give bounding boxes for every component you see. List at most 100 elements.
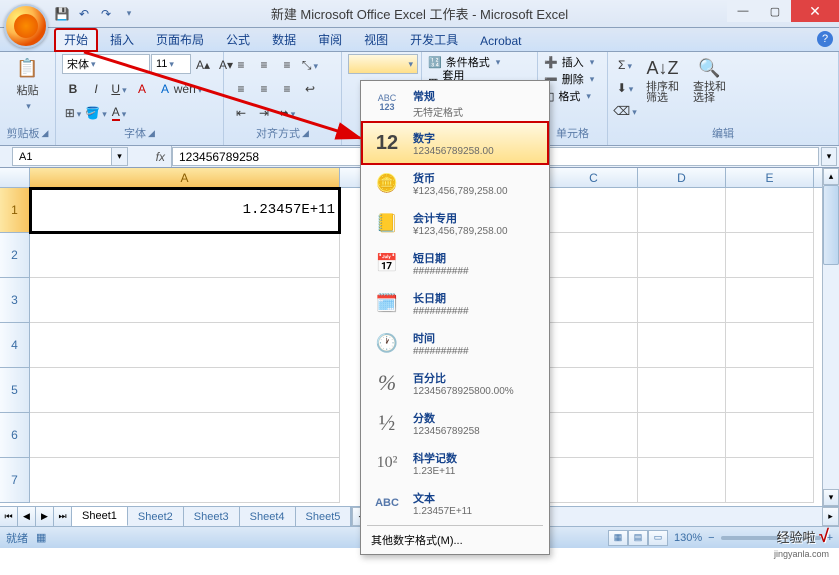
cell[interactable] [726,413,814,458]
borders-button[interactable]: ⊞ [62,102,84,124]
conditional-format-button[interactable]: 🔢条件格式 [428,54,500,70]
underline-button[interactable]: U [108,78,130,100]
view-page-layout-icon[interactable]: ▤ [628,530,648,546]
fill-color-button[interactable]: 🪣 [85,102,107,124]
tab-insert[interactable]: 插入 [100,28,144,51]
tab-view[interactable]: 视图 [354,28,398,51]
formula-expand-icon[interactable]: ▾ [821,147,837,166]
cell[interactable] [30,278,340,323]
font-size-combo[interactable]: 11 [151,54,191,74]
format-option-长日期[interactable]: 🗓️长日期########## [363,283,547,323]
cell[interactable] [550,233,638,278]
row-header[interactable]: 6 [0,413,30,458]
cell[interactable] [726,233,814,278]
cell[interactable] [638,188,726,233]
format-option-时间[interactable]: 🕐时间########## [363,323,547,363]
column-header-d[interactable]: D [638,168,726,187]
cell[interactable] [726,278,814,323]
cell[interactable]: 1.23457E+11 [30,188,340,233]
align-top-icon[interactable]: ≡ [230,54,252,76]
tab-acrobat[interactable]: Acrobat [470,31,531,51]
zoom-level[interactable]: 130% [674,532,702,544]
sheet-nav-next-icon[interactable]: ▶ [36,507,54,526]
save-icon[interactable]: 💾 [54,6,70,22]
select-all-corner[interactable] [0,168,30,187]
qat-customize-icon[interactable] [120,6,136,22]
scroll-down-icon[interactable]: ▾ [823,489,839,506]
cell[interactable] [726,368,814,413]
row-header[interactable]: 1 [0,188,30,233]
align-center-icon[interactable]: ≡ [253,78,275,100]
format-option-文本[interactable]: ABC文本1.23457E+11 [363,483,547,523]
tab-home[interactable]: 开始 [54,28,98,52]
shrink-font-icon[interactable]: A [154,78,176,100]
name-box[interactable]: A1 [12,147,112,166]
cell[interactable] [30,368,340,413]
cell[interactable] [550,368,638,413]
scroll-right-icon[interactable]: ▸ [822,507,839,526]
vscroll-thumb[interactable] [823,185,839,265]
sort-filter-button[interactable]: A↓Z 排序和 筛选 [642,54,683,106]
view-normal-icon[interactable]: ▦ [608,530,628,546]
row-header[interactable]: 2 [0,233,30,278]
insert-function-button[interactable]: fx [132,146,172,167]
tab-developer[interactable]: 开发工具 [400,28,468,51]
format-cells-button[interactable]: ◧格式 [544,88,591,104]
zoom-out-icon[interactable]: − [708,532,714,544]
format-option-短日期[interactable]: 📅短日期########## [363,243,547,283]
align-bottom-icon[interactable]: ≡ [276,54,298,76]
number-format-combo[interactable] [348,54,418,74]
row-header[interactable]: 4 [0,323,30,368]
sheet-nav-last-icon[interactable]: ⏭ [54,507,72,526]
format-option-会计专用[interactable]: 📒会计专用¥123,456,789,258.00 [363,203,547,243]
row-header[interactable]: 7 [0,458,30,503]
cell[interactable] [550,413,638,458]
macro-record-icon[interactable]: ▦ [36,531,46,544]
undo-icon[interactable]: ↶ [76,6,92,22]
font-launcher-icon[interactable]: ◢ [148,128,155,139]
column-header-c[interactable]: C [550,168,638,187]
format-option-常规[interactable]: ABC123常规无特定格式 [363,83,547,123]
orientation-icon[interactable]: ⤡ [299,54,321,76]
close-button[interactable]: ✕ [791,0,839,22]
cell[interactable] [30,413,340,458]
sheet-tab-4[interactable]: Sheet4 [240,507,296,526]
help-button[interactable]: ? [817,31,833,47]
office-button[interactable] [4,4,48,48]
cell[interactable] [30,323,340,368]
cell[interactable] [30,458,340,503]
cell[interactable] [550,278,638,323]
insert-cells-button[interactable]: ➕插入 [544,54,594,70]
row-header[interactable]: 3 [0,278,30,323]
format-option-科学记数[interactable]: 10²科学记数1.23E+11 [363,443,547,483]
cell[interactable] [638,278,726,323]
cell[interactable] [726,323,814,368]
delete-cells-button[interactable]: ➖删除 [544,71,594,87]
view-page-break-icon[interactable]: ▭ [648,530,668,546]
sheet-nav-first-icon[interactable]: ⏮ [0,507,18,526]
font-name-combo[interactable]: 宋体 [62,54,150,74]
redo-icon[interactable]: ↷ [98,6,114,22]
cell[interactable] [550,323,638,368]
column-header-a[interactable]: A [30,168,340,187]
scroll-up-icon[interactable]: ▴ [823,168,839,185]
grow-font-icon[interactable]: A [131,78,153,100]
paste-button[interactable]: 📋 粘贴 [12,54,44,114]
align-middle-icon[interactable]: ≡ [253,54,275,76]
cell[interactable] [638,323,726,368]
phonetic-button[interactable]: wén [177,78,199,100]
bold-button[interactable]: B [62,78,84,100]
cell[interactable] [30,233,340,278]
sheet-nav-prev-icon[interactable]: ◀ [18,507,36,526]
wrap-text-icon[interactable]: ↩ [299,78,321,100]
sheet-tab-5[interactable]: Sheet5 [296,507,352,526]
align-left-icon[interactable]: ≡ [230,78,252,100]
format-option-分数[interactable]: ½分数123456789258 [363,403,547,443]
cell[interactable] [638,458,726,503]
italic-button[interactable]: I [85,78,107,100]
clipboard-launcher-icon[interactable]: ◢ [42,128,49,139]
decrease-indent-icon[interactable]: ⇤ [230,102,252,124]
tab-review[interactable]: 审阅 [308,28,352,51]
alignment-launcher-icon[interactable]: ◢ [302,128,309,139]
cell[interactable] [726,458,814,503]
